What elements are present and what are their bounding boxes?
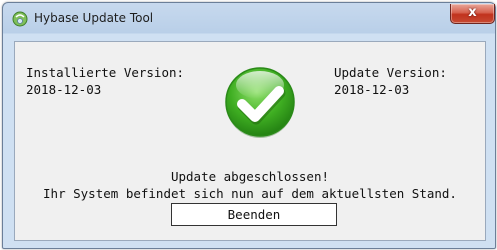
- dialog-content: Installierte Version: 2018-12-03 Update …: [14, 41, 486, 241]
- update-version-block: Update Version: 2018-12-03: [334, 64, 447, 98]
- installed-version-block: Installierte Version: 2018-12-03: [26, 64, 184, 98]
- title-bar[interactable]: Hybase Update Tool x: [3, 3, 495, 34]
- close-button[interactable]: x: [450, 4, 495, 24]
- window-title: Hybase Update Tool: [34, 11, 154, 25]
- close-icon: x: [468, 5, 477, 20]
- finish-button[interactable]: Beenden: [171, 203, 337, 226]
- status-detail: Ihr System befindet sich nun auf dem akt…: [43, 186, 457, 201]
- installed-version-value: 2018-12-03: [26, 82, 102, 97]
- status-message: Update abgeschlossen!: [170, 169, 330, 184]
- update-dialog-window: Hybase Update Tool x Installierte Versio…: [2, 2, 496, 249]
- installed-version-label: Installierte Version:: [26, 65, 185, 80]
- hybase-app-icon: [12, 11, 28, 27]
- update-version-label: Update Version:: [334, 65, 447, 80]
- checkmark-success-icon: [225, 67, 295, 138]
- update-version-value: 2018-12-03: [334, 82, 410, 97]
